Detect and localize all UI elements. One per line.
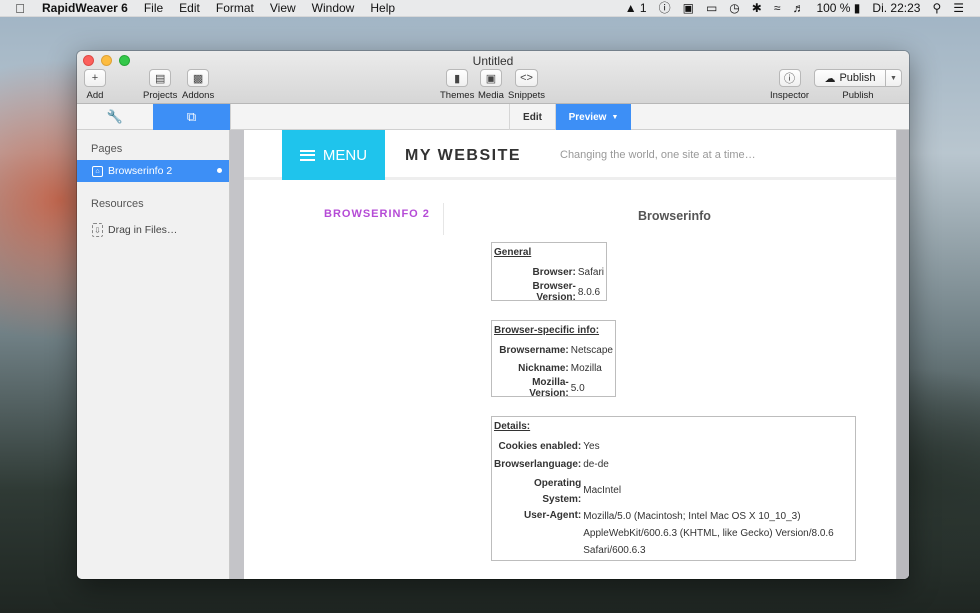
site-title[interactable]: MY WEBSITE xyxy=(405,147,521,165)
app-window: Untitled + Add ▤ Projects ▩ Addons ▮ The… xyxy=(77,51,909,579)
page-heading: Browserinfo xyxy=(638,209,711,223)
tab-strip: 🔧 ⧉ Edit Preview ▼ xyxy=(77,104,909,130)
status-menus: ▲ 1 ⓘ ▣ ▭ ◷ ✱ ≈ ♬ 100 % ▮ Di. 22:23 ⚲ ☰ xyxy=(619,0,980,17)
hamburger-icon xyxy=(299,149,315,161)
table-row: Browser-Version: 8.0.6 xyxy=(532,281,601,303)
table-row: Browser: Safari xyxy=(532,266,604,278)
publish-control: ☁ Publish ▼ Publish xyxy=(814,69,902,101)
general-info-box: General Browser: Safari Browser-Version:… xyxy=(491,242,607,303)
table-row: Browsername: Netscape xyxy=(499,344,613,356)
info-icon: ⓘ xyxy=(778,69,801,87)
titlebar: Untitled + Add ▤ Projects ▩ Addons ▮ The… xyxy=(77,51,909,104)
menu-file[interactable]: File xyxy=(136,0,171,17)
table-row: User-Agent: Mozilla/5.0 (Macintosh; Inte… xyxy=(524,510,834,556)
spotlight-icon[interactable]: ⚲ xyxy=(926,0,947,17)
addons-button[interactable]: ▩ Addons xyxy=(182,69,214,101)
media-icon: ▣ xyxy=(479,69,502,87)
resources-heading: Resources xyxy=(91,198,144,210)
window-title: Untitled xyxy=(472,54,514,68)
menu-format[interactable]: Format xyxy=(208,0,262,17)
time-machine-icon[interactable]: ◷ xyxy=(723,0,745,17)
battery-status[interactable]: 100 % ▮ xyxy=(810,0,866,17)
sidebar: Pages ⌂ Browserinfo 2 Resources ⇩ Drag i… xyxy=(77,130,230,579)
menu-bar:  RapidWeaver 6 File Edit Format View Wi… xyxy=(0,0,980,17)
snippets-button[interactable]: <> Snippets xyxy=(508,69,545,101)
wrench-icon[interactable]: 🔧 xyxy=(77,104,153,130)
notification-center-icon[interactable]: ☰ xyxy=(947,0,970,17)
projects-button[interactable]: ▤ Projects xyxy=(143,69,177,101)
table-row: Mozilla-Version: 5.0 xyxy=(529,377,585,399)
media-button[interactable]: ▣ Media xyxy=(478,69,504,101)
camera-status-icon[interactable]: ▣ xyxy=(677,0,700,17)
airplay-icon[interactable]: ▭ xyxy=(700,0,723,17)
clock[interactable]: Di. 22:23 xyxy=(866,0,926,17)
details-heading: Details: xyxy=(494,421,531,432)
drag-in-files-item[interactable]: ⇩ Drag in Files… xyxy=(77,223,229,237)
bluetooth-icon[interactable]: ✱ xyxy=(746,0,768,17)
browser-specific-heading: Browser-specific info: xyxy=(494,325,600,336)
download-file-icon: ⇩ xyxy=(92,223,103,237)
details-box: Details: Cookies enabled: Yes Browserlan… xyxy=(491,416,856,561)
publish-dropdown-chevron-icon[interactable]: ▼ xyxy=(886,69,902,87)
themes-icon: ▮ xyxy=(446,69,469,87)
volume-icon[interactable]: ♬ xyxy=(786,0,810,17)
unsaved-dot-icon xyxy=(217,168,222,173)
projects-icon: ▤ xyxy=(149,69,172,87)
apple-menu-icon[interactable]:  xyxy=(0,1,40,16)
menu-edit[interactable]: Edit xyxy=(171,0,208,17)
inspector-button[interactable]: ⓘ Inspector xyxy=(770,69,809,101)
add-button[interactable]: + Add xyxy=(84,69,106,101)
addons-icon: ▩ xyxy=(187,69,210,87)
site-slogan: Changing the world, one site at a time… xyxy=(560,149,756,161)
site-menu-button[interactable]: MENU xyxy=(282,130,385,180)
preview-scrollbar[interactable] xyxy=(897,130,909,579)
table-row: Operating System: MacIntel xyxy=(534,478,622,505)
site-header: MENU MY WEBSITE Changing the world, one … xyxy=(244,130,896,180)
wifi-icon[interactable]: ≈ xyxy=(768,0,787,17)
sidebar-item-browserinfo-2[interactable]: ⌂ Browserinfo 2 xyxy=(77,160,229,182)
pages-heading: Pages xyxy=(91,143,123,155)
menu-help[interactable]: Help xyxy=(362,0,403,17)
home-page-icon: ⌂ xyxy=(92,165,103,177)
cloud-icon: ☁ xyxy=(824,72,836,85)
preview-area: MENU MY WEBSITE Changing the world, one … xyxy=(230,130,909,579)
tab-preview[interactable]: Preview ▼ xyxy=(556,104,631,130)
themes-button[interactable]: ▮ Themes xyxy=(440,69,474,101)
plus-icon: + xyxy=(84,69,106,87)
chevron-down-icon: ▼ xyxy=(611,113,619,121)
page-nav-title[interactable]: BROWSERINFO 2 xyxy=(324,208,430,220)
browser-specific-box: Browser-specific info: Browsername: Nets… xyxy=(491,320,616,399)
app-menu[interactable]: RapidWeaver 6 xyxy=(40,0,136,17)
table-row: Cookies enabled: Yes xyxy=(498,440,600,452)
table-row: Nickname: Mozilla xyxy=(518,362,602,374)
adobe-status-icon[interactable]: ▲ 1 xyxy=(619,0,653,17)
publish-button[interactable]: ☁ Publish xyxy=(814,69,886,87)
menu-view[interactable]: View xyxy=(262,0,304,17)
code-brackets-icon: <> xyxy=(515,69,538,87)
general-heading: General xyxy=(494,247,532,258)
website-preview[interactable]: MENU MY WEBSITE Changing the world, one … xyxy=(244,130,896,579)
menu-window[interactable]: Window xyxy=(304,0,363,17)
table-row: Browserlanguage: de-de xyxy=(494,458,609,470)
info-status-icon[interactable]: ⓘ xyxy=(653,0,677,17)
tab-edit[interactable]: Edit xyxy=(509,104,556,130)
pages-view-icon[interactable]: ⧉ xyxy=(153,104,230,130)
